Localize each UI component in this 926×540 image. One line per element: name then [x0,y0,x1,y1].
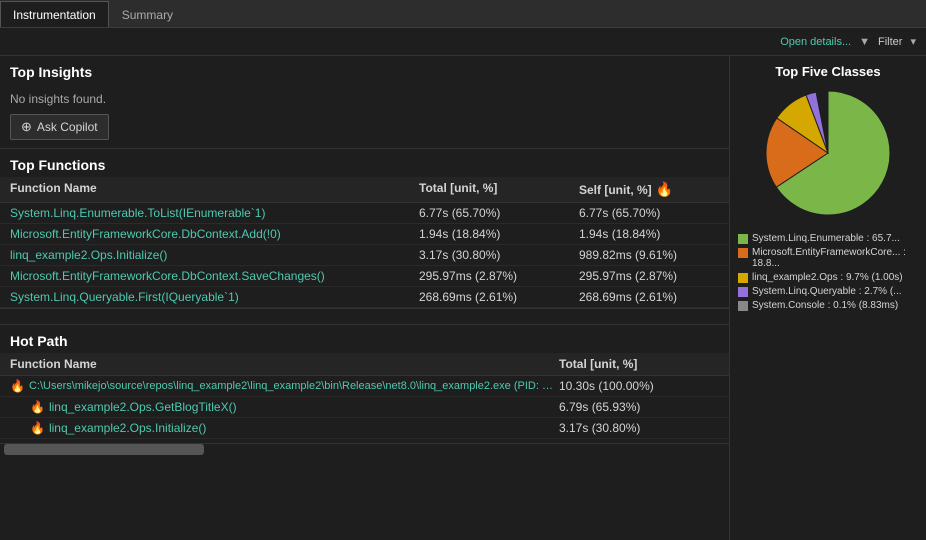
hot-path-title: Hot Path [0,325,729,353]
legend-color-4 [738,301,748,311]
top-functions-title: Top Functions [0,149,729,177]
fn-total-3: 295.97ms (2.87%) [419,269,579,283]
top-insights-section: Top Insights No insights found. ⊕ Ask Co… [0,56,729,149]
functions-row-3[interactable]: Microsoft.EntityFrameworkCore.DbContext.… [0,266,729,287]
flame-red-icon: 🔥 [10,379,25,393]
bottom-scrollbar[interactable] [0,443,729,455]
hotpath-row-2[interactable]: 🔥 linq_example2.Ops.Initialize() 3.17s (… [0,418,729,439]
toolbar: Open details... ▼ Filter ▾ [0,28,926,56]
top-functions-section: Top Functions Function Name Total [unit,… [0,149,729,309]
ask-copilot-button[interactable]: ⊕ Ask Copilot [10,114,109,140]
hot-path-section: Hot Path Function Name Total [unit, %] 🔥… [0,325,729,443]
legend-color-2 [738,273,748,283]
fn-self-1: 1.94s (18.84%) [579,227,719,241]
pie-chart-svg [753,85,903,225]
fn-name-2[interactable]: linq_example2.Ops.Initialize() [10,248,419,262]
functions-table-header: Function Name Total [unit, %] Self [unit… [0,177,729,203]
copilot-label: Ask Copilot [37,120,98,134]
fn-name-1[interactable]: Microsoft.EntityFrameworkCore.DbContext.… [10,227,419,241]
legend-label-1: Microsoft.EntityFrameworkCore... : 18.8.… [752,247,918,269]
legend-color-1 [738,248,748,258]
legend-item-0: System.Linq.Enumerable : 65.7... [738,233,918,244]
fn-self-0: 6.77s (65.70%) [579,206,719,220]
fn-total-2: 3.17s (30.80%) [419,248,579,262]
left-panel: Top Insights No insights found. ⊕ Ask Co… [0,56,730,540]
functions-row-0[interactable]: System.Linq.Enumerable.ToList(IEnumerabl… [0,203,729,224]
legend-label-3: System.Linq.Queryable : 2.7% (... [752,286,902,297]
hotpath-total-2: 3.17s (30.80%) [559,421,719,435]
fn-self-2: 989.82ms (9.61%) [579,248,719,262]
pie-chart-container [738,85,918,225]
fn-name-3[interactable]: Microsoft.EntityFrameworkCore.DbContext.… [10,269,419,283]
filter-funnel-icon: ▼ [859,36,870,48]
tab-bar: Instrumentation Summary [0,0,926,28]
tab-instrumentation[interactable]: Instrumentation [0,1,109,27]
insights-content: No insights found. ⊕ Ask Copilot [0,84,729,149]
no-insights-text: No insights found. [10,88,719,110]
legend-color-0 [738,234,748,244]
fn-total-4: 268.69ms (2.61%) [419,290,579,304]
legend-label-4: System.Console : 0.1% (8.83ms) [752,300,898,311]
hotpath-fn-name-1[interactable]: 🔥 linq_example2.Ops.GetBlogTitleX() [30,400,559,414]
hotpath-table-header: Function Name Total [unit, %] [0,353,729,376]
hotpath-total-1: 6.79s (65.93%) [559,400,719,414]
legend-label-2: linq_example2.Ops : 9.7% (1.00s) [752,272,903,283]
flame-orange-icon-2: 🔥 [30,421,45,435]
fn-total-1: 1.94s (18.84%) [419,227,579,241]
flame-orange-icon-1: 🔥 [30,400,45,414]
legend-color-3 [738,287,748,297]
fire-header-icon: 🔥 [656,181,673,198]
tab-summary[interactable]: Summary [109,1,186,27]
legend-item-2: linq_example2.Ops : 9.7% (1.00s) [738,272,918,283]
right-panel: Top Five Classes System.Linq.Enumerable … [730,56,926,540]
fn-name-4[interactable]: System.Linq.Queryable.First(IQueryable`1… [10,290,419,304]
hotpath-fn-name-2[interactable]: 🔥 linq_example2.Ops.Initialize() [30,421,559,435]
hotpath-total-0: 10.30s (100.00%) [559,379,719,393]
fn-total-0: 6.77s (65.70%) [419,206,579,220]
hotpath-col-total: Total [unit, %] [559,357,719,371]
main-content: Top Insights No insights found. ⊕ Ask Co… [0,56,926,540]
chart-title: Top Five Classes [738,64,918,79]
fn-name-0[interactable]: System.Linq.Enumerable.ToList(IEnumerabl… [10,206,419,220]
hotpath-row-1[interactable]: 🔥 linq_example2.Ops.GetBlogTitleX() 6.79… [0,397,729,418]
open-details-link[interactable]: Open details... [780,36,851,48]
legend-item-1: Microsoft.EntityFrameworkCore... : 18.8.… [738,247,918,269]
functions-row-1[interactable]: Microsoft.EntityFrameworkCore.DbContext.… [0,224,729,245]
fn-self-4: 268.69ms (2.61%) [579,290,719,304]
hotpath-row-0[interactable]: 🔥 C:\Users\mikejo\source\repos\linq_exam… [0,376,729,397]
functions-row-2[interactable]: linq_example2.Ops.Initialize() 3.17s (30… [0,245,729,266]
copilot-icon: ⊕ [21,119,32,135]
col-self: Self [unit, %] 🔥 [579,181,719,198]
legend-item-3: System.Linq.Queryable : 2.7% (... [738,286,918,297]
functions-row-4[interactable]: System.Linq.Queryable.First(IQueryable`1… [0,287,729,308]
hotpath-col-function-name: Function Name [10,357,559,371]
col-total: Total [unit, %] [419,181,579,198]
filter-dropdown-icon[interactable]: ▾ [910,35,916,48]
chart-legend: System.Linq.Enumerable : 65.7... Microso… [738,233,918,314]
legend-item-4: System.Console : 0.1% (8.83ms) [738,300,918,311]
filter-button[interactable]: Filter [878,36,902,48]
hotpath-fn-name-0[interactable]: 🔥 C:\Users\mikejo\source\repos\linq_exam… [10,379,559,393]
fn-self-3: 295.97ms (2.87%) [579,269,719,283]
top-insights-title: Top Insights [0,56,729,84]
col-function-name: Function Name [10,181,419,198]
legend-label-0: System.Linq.Enumerable : 65.7... [752,233,900,244]
